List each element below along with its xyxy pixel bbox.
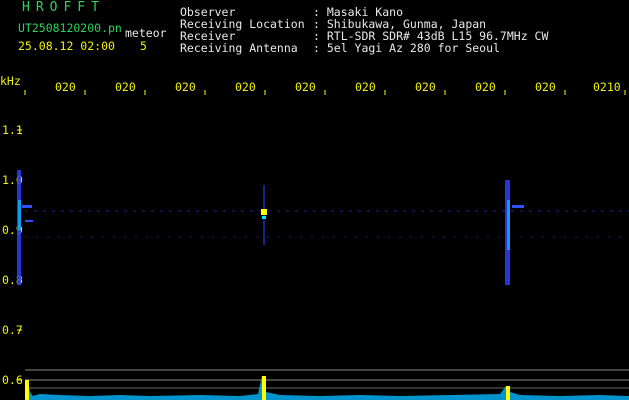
info-value-antenna: : 5el Yagi Az 280 for Seoul <box>313 41 500 55</box>
count-label: 5 <box>140 39 147 53</box>
meteor-echo <box>261 185 267 245</box>
info-label-antenna: Receiving Antenna <box>180 41 298 55</box>
datetime-label: 25.08.12 02:00 <box>18 39 115 53</box>
freq-unit-label: kHz <box>0 74 21 88</box>
carrier-trace <box>25 210 629 238</box>
meteor-echo <box>505 180 524 285</box>
mode-label: meteor <box>125 26 167 40</box>
power-panel <box>25 369 629 400</box>
meteor-echo <box>17 170 33 285</box>
app-title: HROFFT <box>22 0 105 15</box>
spectrogram <box>17 90 629 400</box>
file-name: UT2508120200.pn <box>18 21 122 35</box>
